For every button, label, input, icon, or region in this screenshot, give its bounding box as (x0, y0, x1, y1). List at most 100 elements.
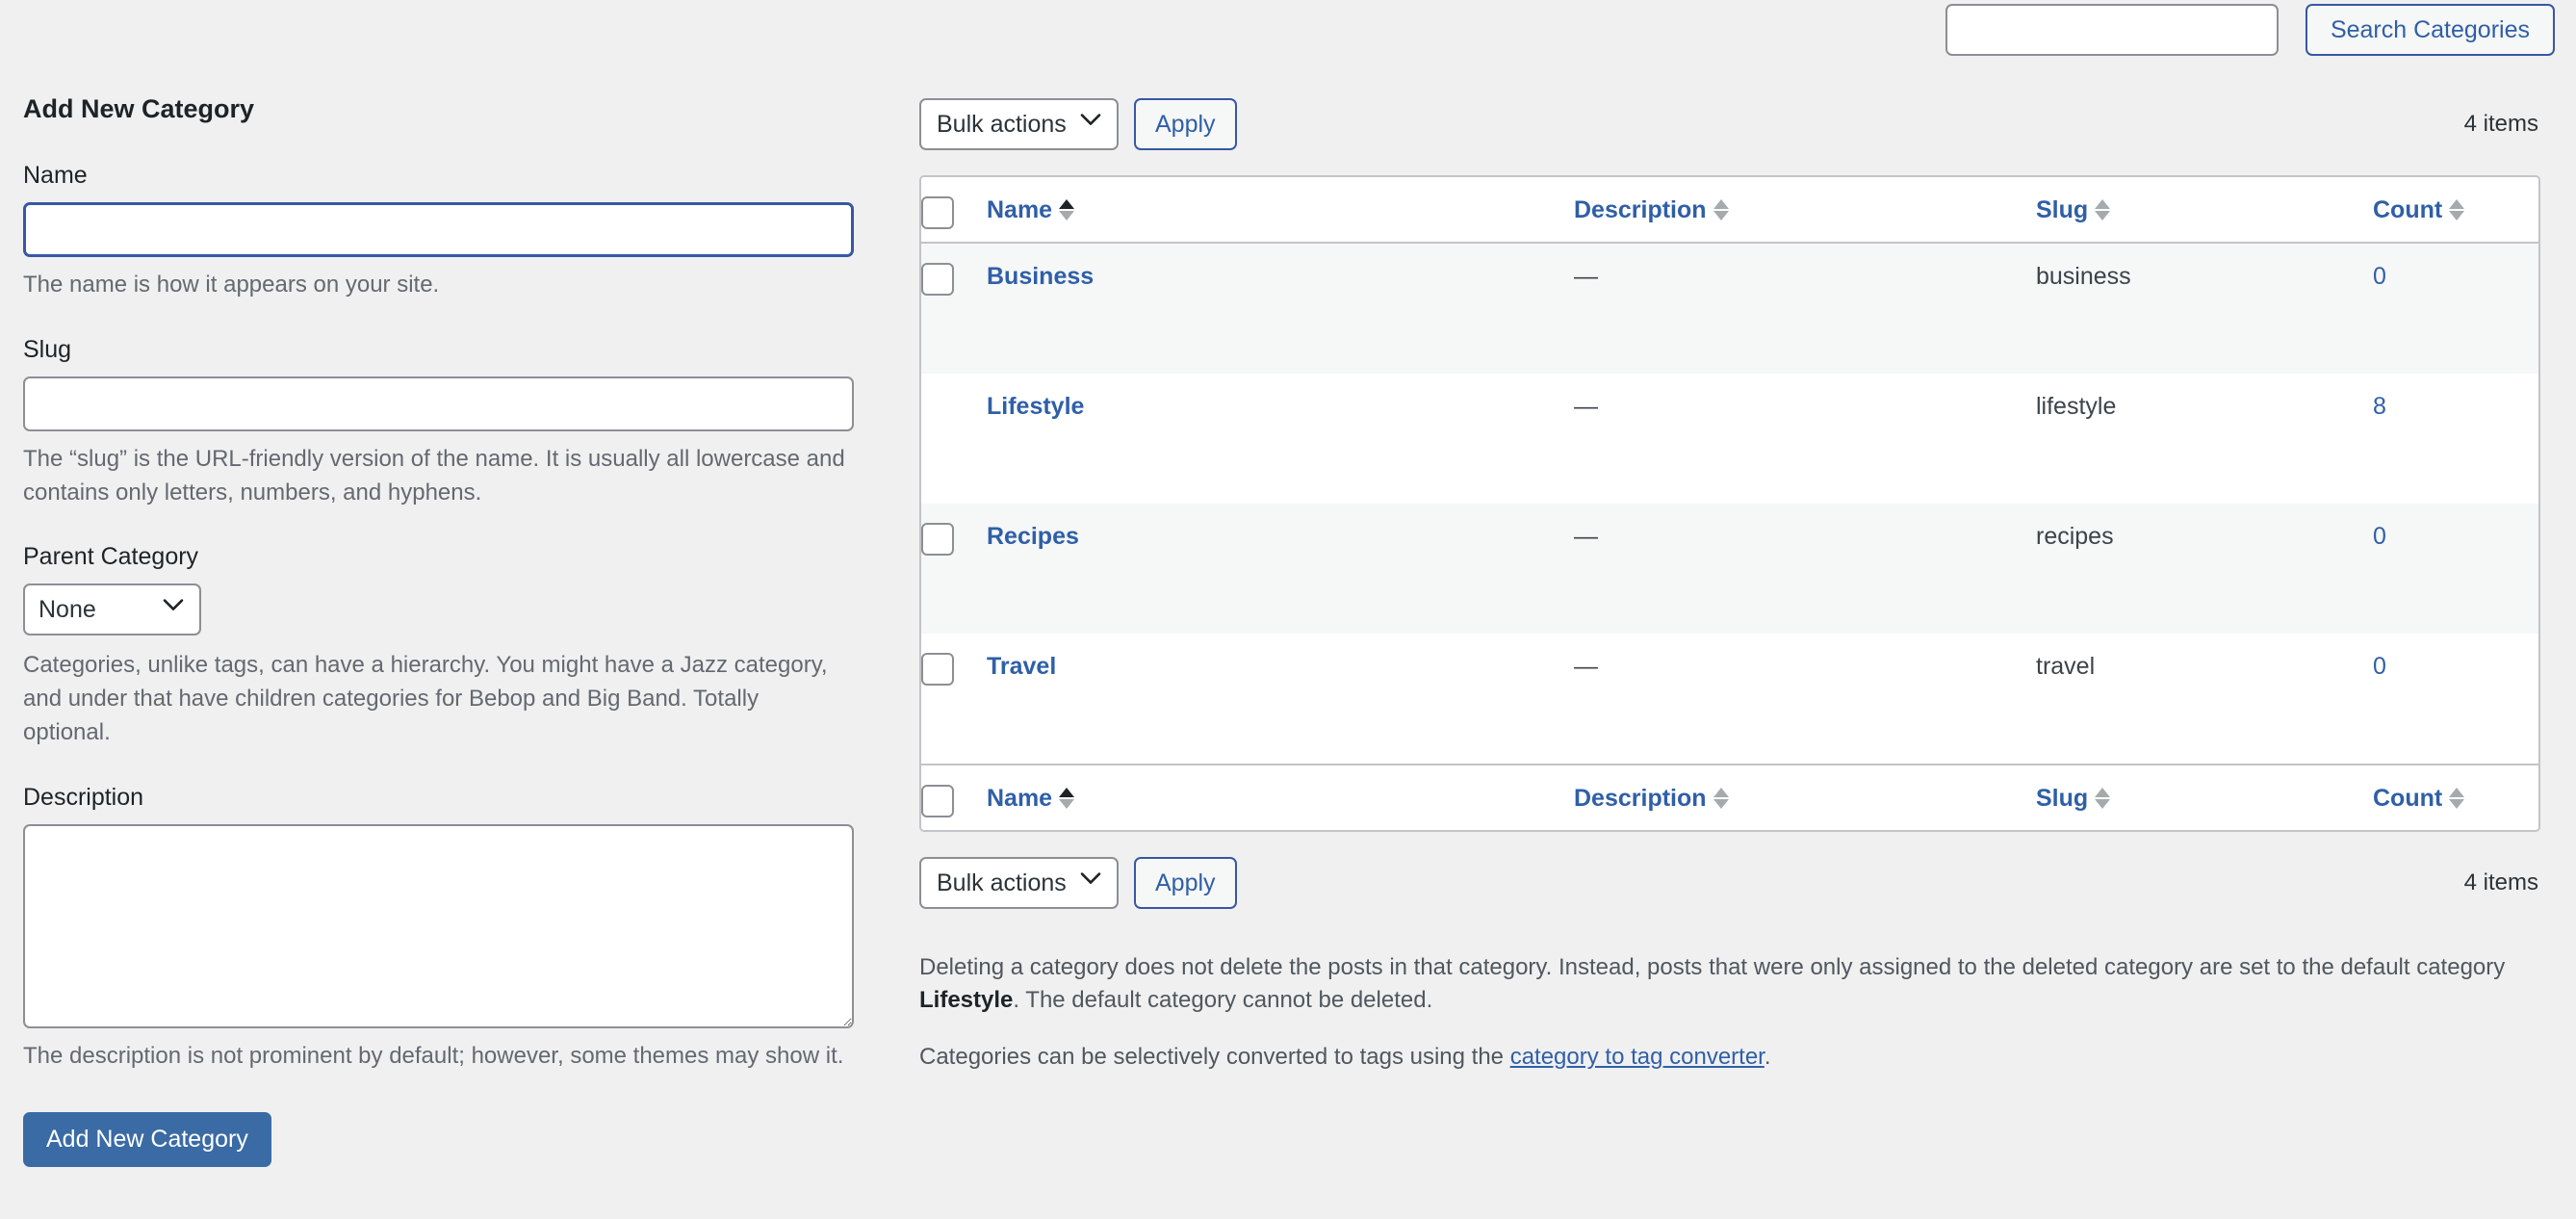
select-all-footer (921, 764, 987, 830)
column-label-name: Name (987, 785, 1053, 812)
category-to-tag-converter-link[interactable]: category to tag converter (1510, 1044, 1765, 1070)
note-text-before: Deleting a category does not delete the … (919, 954, 2506, 980)
items-count-bottom: 4 items (2463, 869, 2538, 895)
count-link[interactable]: 0 (2373, 653, 2386, 680)
row-checkbox-cell (921, 374, 987, 504)
table-row: Lifestyle — lifestyle 8 (921, 374, 2538, 504)
delete-category-note: Deleting a category does not delete the … (919, 951, 2538, 1016)
description-help-text: The description is not prominent by defa… (23, 1042, 844, 1069)
add-new-category-form: Add New Category Name The name is how it… (23, 96, 861, 1167)
column-footer-description: Description (1574, 764, 2036, 830)
sort-by-description-link-top[interactable]: Description (1574, 195, 1729, 225)
column-header-description: Description (1574, 177, 2036, 244)
select-all-checkbox-top[interactable] (921, 196, 954, 229)
table-row: Travel — travel 0 (921, 634, 2538, 764)
category-link[interactable]: Business (987, 263, 1094, 290)
sort-by-description-link-bottom[interactable]: Description (1574, 784, 1729, 814)
form-title: Add New Category (23, 94, 255, 123)
row-checkbox[interactable] (921, 653, 954, 686)
category-link[interactable]: Travel (987, 653, 1056, 680)
categories-table: Name Description Slug Count Business — b… (919, 175, 2540, 832)
row-slug-cell: lifestyle (2036, 393, 2117, 420)
converter-text-after: . (1764, 1044, 1771, 1071)
name-help-text: The name is how it appears on your site. (23, 272, 440, 298)
parent-category-select-wrapper: None (23, 584, 201, 636)
table-body: Business — business 0 Lifestyle — lifest… (921, 244, 2538, 764)
column-footer-slug: Slug (2036, 764, 2373, 830)
sort-arrows-count-icon (2449, 787, 2465, 809)
sort-by-slug-link-bottom[interactable]: Slug (2036, 784, 2111, 814)
parent-category-select[interactable]: None (23, 584, 201, 636)
sort-arrows-name-icon (1059, 787, 1075, 809)
count-link[interactable]: 0 (2373, 523, 2386, 550)
column-header-count: Count (2373, 177, 2538, 244)
category-link[interactable]: Lifestyle (987, 393, 1084, 420)
table-head: Name Description Slug Count (921, 177, 2538, 244)
slug-input[interactable] (23, 376, 854, 431)
description-textarea[interactable] (23, 823, 854, 1028)
column-label-description: Description (1574, 196, 1707, 223)
row-name-cell: Recipes (987, 504, 1574, 634)
select-all-header (921, 177, 987, 244)
row-count-cell: 0 (2373, 504, 2538, 634)
name-label: Name (23, 162, 88, 189)
sort-by-count-link-top[interactable]: Count (2373, 195, 2465, 225)
sort-arrows-slug-icon (2095, 787, 2111, 809)
default-category-name: Lifestyle (919, 986, 1014, 1013)
converter-text-before: Categories can be selectively converted … (919, 1044, 1510, 1071)
apply-button-top[interactable]: Apply (1134, 98, 1237, 150)
table-foot: Name Description Slug Count (921, 764, 2538, 830)
row-checkbox[interactable] (921, 263, 954, 296)
row-checkbox-cell (921, 244, 987, 374)
row-checkbox-cell (921, 634, 987, 764)
column-label-count: Count (2373, 785, 2443, 812)
row-description-cell: — (1574, 653, 1598, 680)
parent-category-help-text: Categories, unlike tags, can have a hier… (23, 652, 828, 745)
bulk-actions-select-top[interactable]: Bulk actions (919, 98, 1119, 150)
name-input[interactable] (23, 202, 854, 257)
sort-by-name-link-top[interactable]: Name (987, 195, 1075, 225)
sort-by-count-link-bottom[interactable]: Count (2373, 784, 2465, 814)
search-input[interactable] (1945, 4, 2279, 56)
column-label-description: Description (1574, 785, 1707, 812)
table-footer-row: Name Description Slug Count (921, 764, 2538, 830)
row-slug-cell: travel (2036, 653, 2096, 680)
row-slug-cell: business (2036, 263, 2131, 290)
sort-by-slug-link-top[interactable]: Slug (2036, 195, 2111, 225)
add-new-category-button[interactable]: Add New Category (23, 1111, 271, 1167)
table-row: Business — business 0 (921, 244, 2538, 374)
row-checkbox-cell (921, 504, 987, 634)
select-all-checkbox-bottom[interactable] (921, 785, 954, 817)
table-header-row: Name Description Slug Count (921, 177, 2538, 244)
sort-arrows-slug-icon (2095, 198, 2111, 220)
search-categories-button[interactable]: Search Categories (2305, 4, 2555, 56)
description-label: Description (23, 783, 144, 811)
column-header-slug: Slug (2036, 177, 2373, 244)
parent-category-label: Parent Category (23, 543, 199, 571)
row-count-cell: 0 (2373, 244, 2538, 374)
categories-admin-page: Search Categories Add New Category Name … (0, 0, 2576, 1219)
table-row: Recipes — recipes 0 (921, 504, 2538, 634)
tablenav-top: Bulk actions Apply 4 items (919, 96, 2538, 152)
apply-button-bottom[interactable]: Apply (1134, 857, 1237, 909)
count-link[interactable]: 0 (2373, 263, 2386, 290)
bulk-actions-select-bottom[interactable]: Bulk actions (919, 857, 1119, 909)
category-link[interactable]: Recipes (987, 523, 1079, 550)
column-footer-name: Name (987, 764, 1574, 830)
row-description-cell: — (1574, 393, 1598, 420)
row-checkbox[interactable] (921, 523, 954, 556)
sort-arrows-name-icon (1059, 198, 1075, 220)
slug-label: Slug (23, 335, 72, 363)
column-label-name: Name (987, 196, 1053, 223)
categories-list: Bulk actions Apply 4 items Name Descript… (919, 96, 2540, 1074)
row-slug-cell: recipes (2036, 523, 2114, 550)
row-name-cell: Lifestyle (987, 374, 1574, 504)
column-label-slug: Slug (2036, 196, 2089, 223)
sort-by-name-link-bottom[interactable]: Name (987, 784, 1075, 814)
column-label-count: Count (2373, 196, 2443, 223)
count-link[interactable]: 8 (2373, 393, 2386, 420)
sort-arrows-description-icon (1713, 198, 1729, 220)
sort-arrows-description-icon (1713, 787, 1729, 809)
column-header-name: Name (987, 177, 1574, 244)
items-count-top: 4 items (2463, 111, 2538, 137)
